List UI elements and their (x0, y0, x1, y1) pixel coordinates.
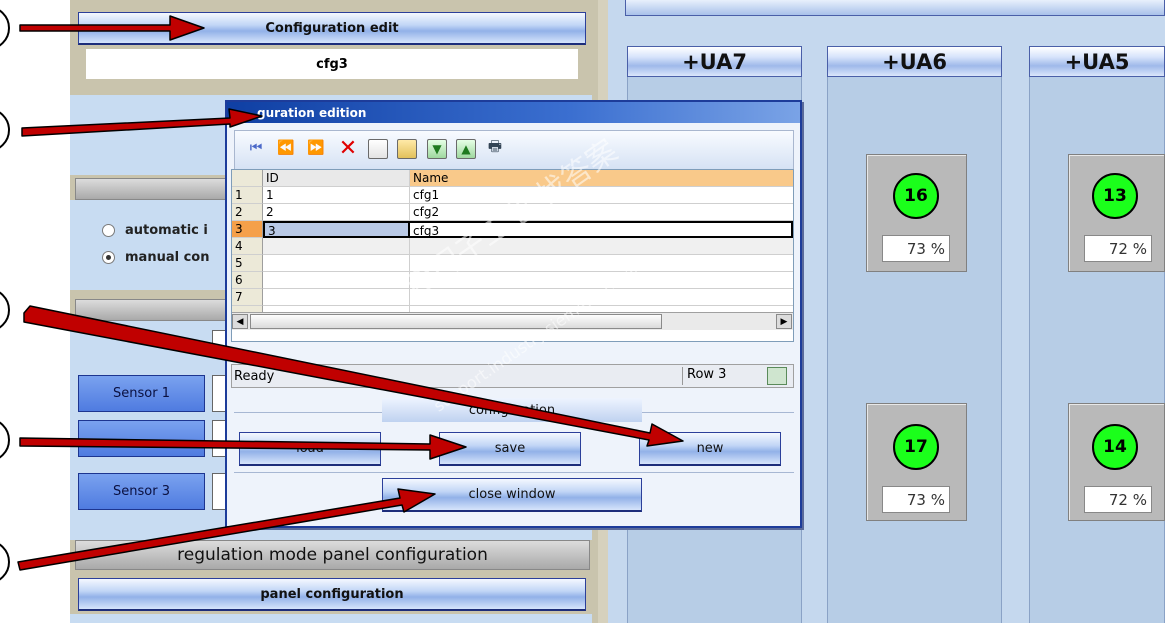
indicator-17: 17 (893, 424, 939, 470)
delete-icon[interactable]: ✕ (339, 136, 357, 161)
table-row[interactable]: 6 (232, 272, 793, 289)
radio-automatic-circle[interactable] (102, 223, 115, 237)
import-icon[interactable]: ▼ (427, 139, 447, 159)
percent-17: 73 % (882, 486, 950, 513)
table-header-row: ID Name (232, 170, 793, 187)
load-button[interactable]: load (239, 432, 381, 466)
percent-13: 72 % (1084, 235, 1152, 262)
table-row[interactable]: 5 (232, 255, 793, 272)
save-button[interactable]: save (439, 432, 581, 466)
dialog-toolbar: ⏮ ⏪ ⏩ ✕ ▼ ▲ 🖶 (234, 130, 794, 170)
indicator-16: 16 (893, 173, 939, 219)
new-button[interactable]: new (639, 432, 781, 466)
ua5-header: +UA5 (1029, 46, 1165, 77)
percent-14: 72 % (1084, 486, 1152, 513)
percent-16: 73 % (882, 235, 950, 262)
left-bottom-strip (70, 614, 592, 623)
status-grid-icon[interactable] (767, 367, 787, 385)
radio-manual-circle[interactable] (102, 250, 115, 264)
configuration-group-label: configuration (382, 398, 642, 422)
scroll-right-icon[interactable]: ▶ (776, 314, 792, 329)
previous-record-icon[interactable]: ⏪ (277, 139, 295, 157)
radio-manual-label: manual con (125, 249, 210, 265)
close-window-button[interactable]: close window (382, 478, 642, 512)
radio-manual[interactable]: manual con (102, 249, 232, 265)
export-icon[interactable]: ▲ (456, 139, 476, 159)
ua7-header: +UA7 (627, 46, 802, 77)
dialog-statusbar: Ready Row 3 (231, 364, 794, 388)
table-row[interactable]: 2 2 cfg2 (232, 204, 793, 221)
sensor-1-button[interactable]: Sensor 1 (78, 375, 205, 412)
table-row[interactable]: 7 (232, 289, 793, 306)
config-table: ID Name 1 1 cfg1 2 2 cfg2 3 3 cfg3 4 5 6… (231, 169, 794, 342)
copy-icon[interactable] (368, 139, 388, 159)
table-row[interactable]: 1 1 cfg1 (232, 187, 793, 204)
next-record-icon[interactable]: ⏩ (307, 139, 325, 157)
column-header-name[interactable]: Name (410, 170, 793, 187)
paste-icon[interactable] (397, 139, 417, 159)
callout-circle-2 (0, 108, 10, 152)
scroll-thumb[interactable] (250, 314, 662, 329)
radio-automatic[interactable]: automatic i (102, 222, 232, 238)
table-row-selected[interactable]: 3 3 cfg3 (232, 221, 793, 238)
column-header-id[interactable]: ID (263, 170, 410, 187)
sensor-2-button[interactable] (78, 420, 205, 457)
regulation-mode-header: regulation mode panel configuration (75, 540, 590, 570)
indicator-13: 13 (1092, 173, 1138, 219)
first-record-icon[interactable]: ⏮ (247, 139, 265, 157)
print-icon[interactable]: 🖶 (486, 137, 504, 157)
ua6-header: +UA6 (827, 46, 1002, 77)
callout-circle-1 (0, 6, 10, 50)
callout-circle-5 (0, 540, 10, 584)
configuration-dialog: guration edition ⏮ ⏪ ⏩ ✕ ▼ ▲ 🖶 ID Name 1… (225, 100, 802, 528)
status-text: Ready (234, 369, 275, 384)
status-row: Row 3 (682, 367, 738, 385)
sensor-3-button[interactable]: Sensor 3 (78, 473, 205, 510)
scroll-left-icon[interactable]: ◀ (232, 314, 248, 329)
callout-circle-3 (0, 288, 10, 332)
current-config-field: cfg3 (86, 49, 578, 79)
group-divider-bottom (234, 472, 794, 473)
horizontal-scrollbar[interactable]: ◀ ▶ (232, 312, 793, 330)
table-row[interactable]: 4 (232, 238, 793, 255)
right-top-bar (625, 0, 1165, 16)
configuration-edit-button[interactable]: Configuration edit (78, 12, 586, 45)
radio-automatic-label: automatic i (125, 222, 208, 238)
dialog-titlebar[interactable]: guration edition (227, 102, 800, 123)
callout-circle-4 (0, 418, 10, 462)
panel-configuration-button[interactable]: panel configuration (78, 578, 586, 611)
indicator-14: 14 (1092, 424, 1138, 470)
